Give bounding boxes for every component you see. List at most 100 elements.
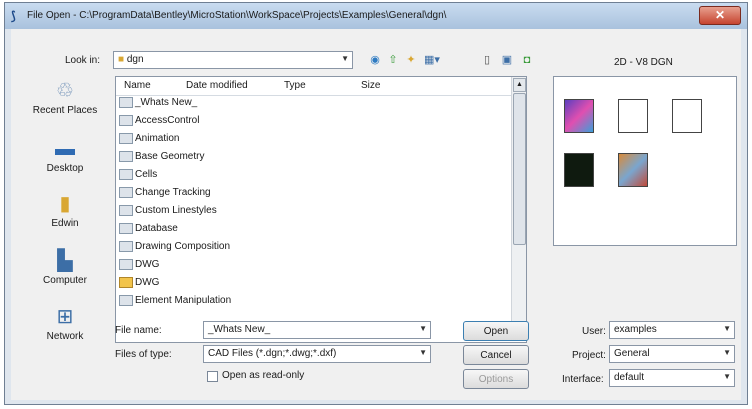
- microstation-app-icon: ⟆: [11, 9, 16, 23]
- list-item[interactable]: Database: [119, 223, 178, 240]
- copy-file-icon[interactable]: ▣: [499, 53, 515, 67]
- preview-thumbnail[interactable]: [564, 99, 594, 133]
- interface-dropdown[interactable]: default ▼: [609, 369, 735, 387]
- folder-icon: [119, 115, 133, 126]
- folder-icon: [119, 169, 133, 180]
- list-item[interactable]: Change Tracking: [119, 187, 211, 204]
- column-header-row: Name Date modified Type Size: [116, 77, 512, 96]
- recent-places-icon: ♲: [56, 80, 74, 102]
- column-header-size[interactable]: Size: [361, 80, 380, 91]
- file-type-value: CAD Files (*.dgn;*.dwg;*.dxf): [208, 348, 337, 359]
- list-item[interactable]: Element Manipulation: [119, 295, 231, 312]
- preview-thumbnail[interactable]: [564, 153, 594, 187]
- file-name: Change Tracking: [135, 187, 211, 199]
- up-folder-icon[interactable]: ⇧: [385, 53, 401, 67]
- folder-icon: [119, 259, 133, 270]
- list-item[interactable]: _Whats New_: [119, 97, 197, 114]
- new-file-icon[interactable]: ▯: [479, 53, 495, 67]
- preview-thumbnail[interactable]: [672, 99, 702, 133]
- options-button[interactable]: Options: [463, 369, 529, 389]
- chevron-down-icon: ▼: [723, 324, 731, 333]
- column-header-name[interactable]: Name: [124, 80, 151, 91]
- file-name: Custom Linestyles: [135, 205, 217, 217]
- chevron-down-icon: ▼: [419, 324, 427, 333]
- list-item[interactable]: DWG: [119, 259, 159, 276]
- back-icon[interactable]: ◉: [367, 53, 383, 67]
- place-recent-places[interactable]: ♲ Recent Places: [19, 79, 111, 116]
- place-edwin[interactable]: ▮ Edwin: [19, 192, 111, 229]
- folder-icon: [119, 223, 133, 234]
- file-list[interactable]: Name Date modified Type Size _Whats New_…: [115, 76, 527, 343]
- dialog-body: Look in: ■ dgn ▼ ◉ ⇧ ✦ ▦▾ ▯ ▣ ◘ 2D - V8 …: [11, 29, 741, 400]
- readonly-checkbox[interactable]: [207, 371, 218, 382]
- open-button[interactable]: Open: [463, 321, 529, 341]
- cancel-button[interactable]: Cancel: [463, 345, 529, 365]
- project-label: Project:: [572, 350, 606, 361]
- list-item[interactable]: DWG: [119, 277, 159, 294]
- list-item[interactable]: Animation: [119, 133, 179, 150]
- folder-icon: [119, 187, 133, 198]
- places-bar: ♲ Recent Places ▬ Desktop ▮ Edwin ▙ Comp…: [19, 67, 111, 357]
- file-name-value: _Whats New_: [208, 324, 271, 335]
- chevron-down-icon: ▼: [419, 348, 427, 357]
- folder-icon: ■: [118, 54, 125, 65]
- folder-icon: [119, 241, 133, 252]
- preview-thumbnail[interactable]: [618, 99, 648, 133]
- network-icon: ⊞: [56, 306, 74, 328]
- chevron-down-icon: ▼: [341, 54, 349, 63]
- scroll-up-arrow-icon[interactable]: ▲: [513, 78, 526, 92]
- scroll-thumb[interactable]: [513, 93, 526, 245]
- look-in-dropdown[interactable]: ■ dgn ▼: [113, 51, 353, 69]
- list-item[interactable]: Base Geometry: [119, 151, 204, 168]
- file-open-dialog: ⟆ File Open - C:\ProgramData\Bentley\Mic…: [4, 2, 748, 405]
- close-button[interactable]: ✕: [699, 6, 741, 25]
- chevron-down-icon: ▼: [723, 348, 731, 357]
- computer-icon: ▙: [57, 250, 73, 272]
- list-item[interactable]: Cells: [119, 169, 157, 186]
- folder-icon: [119, 133, 133, 144]
- place-computer[interactable]: ▙ Computer: [19, 249, 111, 286]
- file-name: Database: [135, 223, 178, 235]
- list-item[interactable]: Drawing Composition: [119, 241, 230, 258]
- column-header-date-modified[interactable]: Date modified: [186, 80, 248, 91]
- folder-icon: [119, 205, 133, 216]
- list-item[interactable]: AccessControl: [119, 115, 199, 132]
- file-name: _Whats New_: [135, 97, 198, 109]
- place-desktop[interactable]: ▬ Desktop: [19, 137, 111, 174]
- file-name: Animation: [135, 133, 180, 145]
- list-item[interactable]: Custom Linestyles: [119, 205, 217, 222]
- view-menu-icon[interactable]: ▦▾: [421, 53, 443, 67]
- new-folder-icon[interactable]: ✦: [403, 53, 419, 67]
- workspace-icon[interactable]: ◘: [519, 53, 535, 67]
- desktop-icon: ▬: [55, 138, 75, 160]
- window-title: File Open - C:\ProgramData\Bentley\Micro…: [27, 10, 447, 21]
- file-type-dropdown[interactable]: CAD Files (*.dgn;*.dwg;*.dxf) ▼: [203, 345, 431, 363]
- column-header-type[interactable]: Type: [284, 80, 306, 91]
- file-name: DWG: [135, 277, 160, 289]
- interface-value: default: [614, 372, 645, 383]
- folder-icon: [119, 151, 133, 162]
- chevron-down-icon: ▼: [723, 372, 731, 381]
- file-name: Element Manipulation: [135, 295, 232, 307]
- user-dropdown[interactable]: examples ▼: [609, 321, 735, 339]
- preview-format-label: 2D - V8 DGN: [614, 57, 673, 68]
- file-name: Cells: [135, 169, 158, 181]
- preview-thumbnail[interactable]: [618, 153, 648, 187]
- look-in-label: Look in:: [65, 55, 101, 66]
- file-name-input[interactable]: _Whats New_ ▼: [203, 321, 431, 339]
- place-network[interactable]: ⊞ Network: [19, 305, 111, 342]
- title-bar[interactable]: ⟆ File Open - C:\ProgramData\Bentley\Mic…: [5, 3, 747, 29]
- vertical-scrollbar[interactable]: ▲ ▼: [511, 77, 526, 340]
- project-dropdown[interactable]: General ▼: [609, 345, 735, 363]
- look-in-value: ■ dgn: [118, 54, 144, 65]
- place-label: Recent Places: [32, 105, 98, 116]
- preview-panel: [553, 76, 737, 246]
- interface-label: Interface:: [562, 374, 604, 385]
- file-name: Drawing Composition: [135, 241, 231, 253]
- readonly-label: Open as read-only: [222, 370, 305, 381]
- user-value: examples: [614, 324, 657, 335]
- file-name: AccessControl: [135, 115, 200, 127]
- user-label: User:: [582, 326, 606, 337]
- place-label: Desktop: [46, 163, 84, 174]
- place-label: Computer: [43, 275, 87, 286]
